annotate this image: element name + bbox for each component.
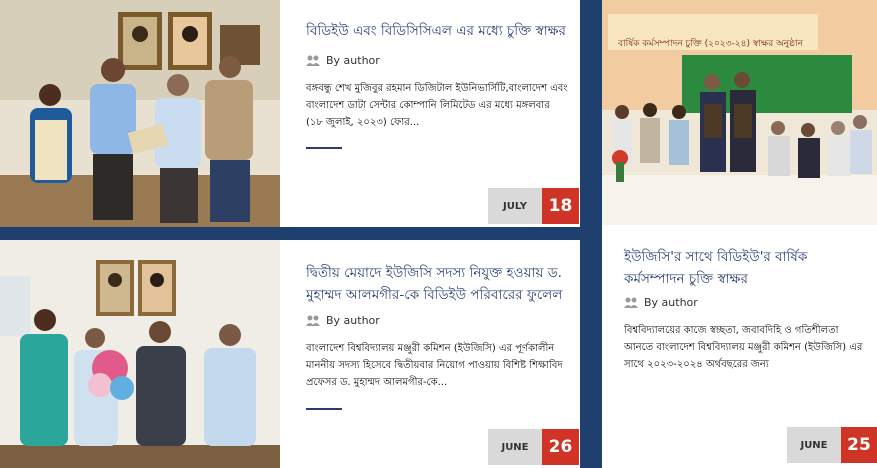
author-label[interactable]: By author bbox=[326, 54, 380, 67]
post-title[interactable]: ইউজিসি'র সাথে বিডিইউ'র বার্ষিক কর্মসম্পা… bbox=[624, 246, 849, 290]
post-author: By author bbox=[624, 296, 698, 309]
divider bbox=[306, 408, 342, 410]
date-day-badge: 18 bbox=[542, 188, 579, 224]
date-month-badge: JUNE bbox=[787, 427, 841, 463]
post-excerpt: বাংলাদেশ বিশ্ববিদ্যালয় মঞ্জুরী কমিশন (ই… bbox=[306, 343, 563, 388]
author-label[interactable]: By author bbox=[326, 314, 380, 327]
divider bbox=[306, 147, 342, 149]
post-author: By author bbox=[306, 54, 380, 67]
banner-text: বার্ষিক কর্মসম্পাদন চুক্তি (২০২৩-২৪) স্ব… bbox=[618, 39, 804, 49]
post-photo[interactable] bbox=[0, 240, 280, 468]
post-author: By author bbox=[306, 314, 380, 327]
post-card: দ্বিতীয় মেয়াদে ইউজিসি সদস্য নিযুক্ত হও… bbox=[0, 240, 580, 468]
post-photo[interactable]: বার্ষিক কর্মসম্পাদন চুক্তি (২০২৩-২৪) স্ব… bbox=[602, 0, 877, 225]
post-card: বার্ষিক কর্মসম্পাদন চুক্তি (২০২৩-২৪) স্ব… bbox=[602, 0, 877, 468]
date-day-badge: 25 bbox=[841, 427, 877, 463]
post-photo[interactable] bbox=[0, 0, 280, 227]
post-card: বিডিইউ এবং বিডিসিসিএল এর মধ্যে চুক্তি স্… bbox=[0, 0, 580, 227]
post-title[interactable]: দ্বিতীয় মেয়াদে ইউজিসি সদস্য নিযুক্ত হও… bbox=[306, 262, 568, 306]
meeting-photo bbox=[0, 0, 280, 227]
post-excerpt: বিশ্ববিদ্যালয়ের কাজে স্বচ্ছতা, জবাবদিহি… bbox=[624, 325, 863, 370]
signing-ceremony-photo bbox=[602, 0, 877, 225]
date-month-badge: JULY bbox=[488, 188, 542, 224]
users-icon bbox=[306, 315, 320, 326]
post-title[interactable]: বিডিইউ এবং বিডিসিসিএল এর মধ্যে চুক্তি স্… bbox=[306, 20, 566, 42]
felicitation-photo bbox=[0, 240, 280, 468]
date-month-badge: JUNE bbox=[488, 429, 542, 465]
author-label[interactable]: By author bbox=[644, 296, 698, 309]
date-day-badge: 26 bbox=[542, 429, 579, 465]
users-icon bbox=[306, 55, 320, 66]
post-excerpt: বঙ্গবন্ধু শেখ মুজিবুর রহমান ডিজিটাল ইউনি… bbox=[306, 83, 568, 128]
users-icon bbox=[624, 297, 638, 308]
